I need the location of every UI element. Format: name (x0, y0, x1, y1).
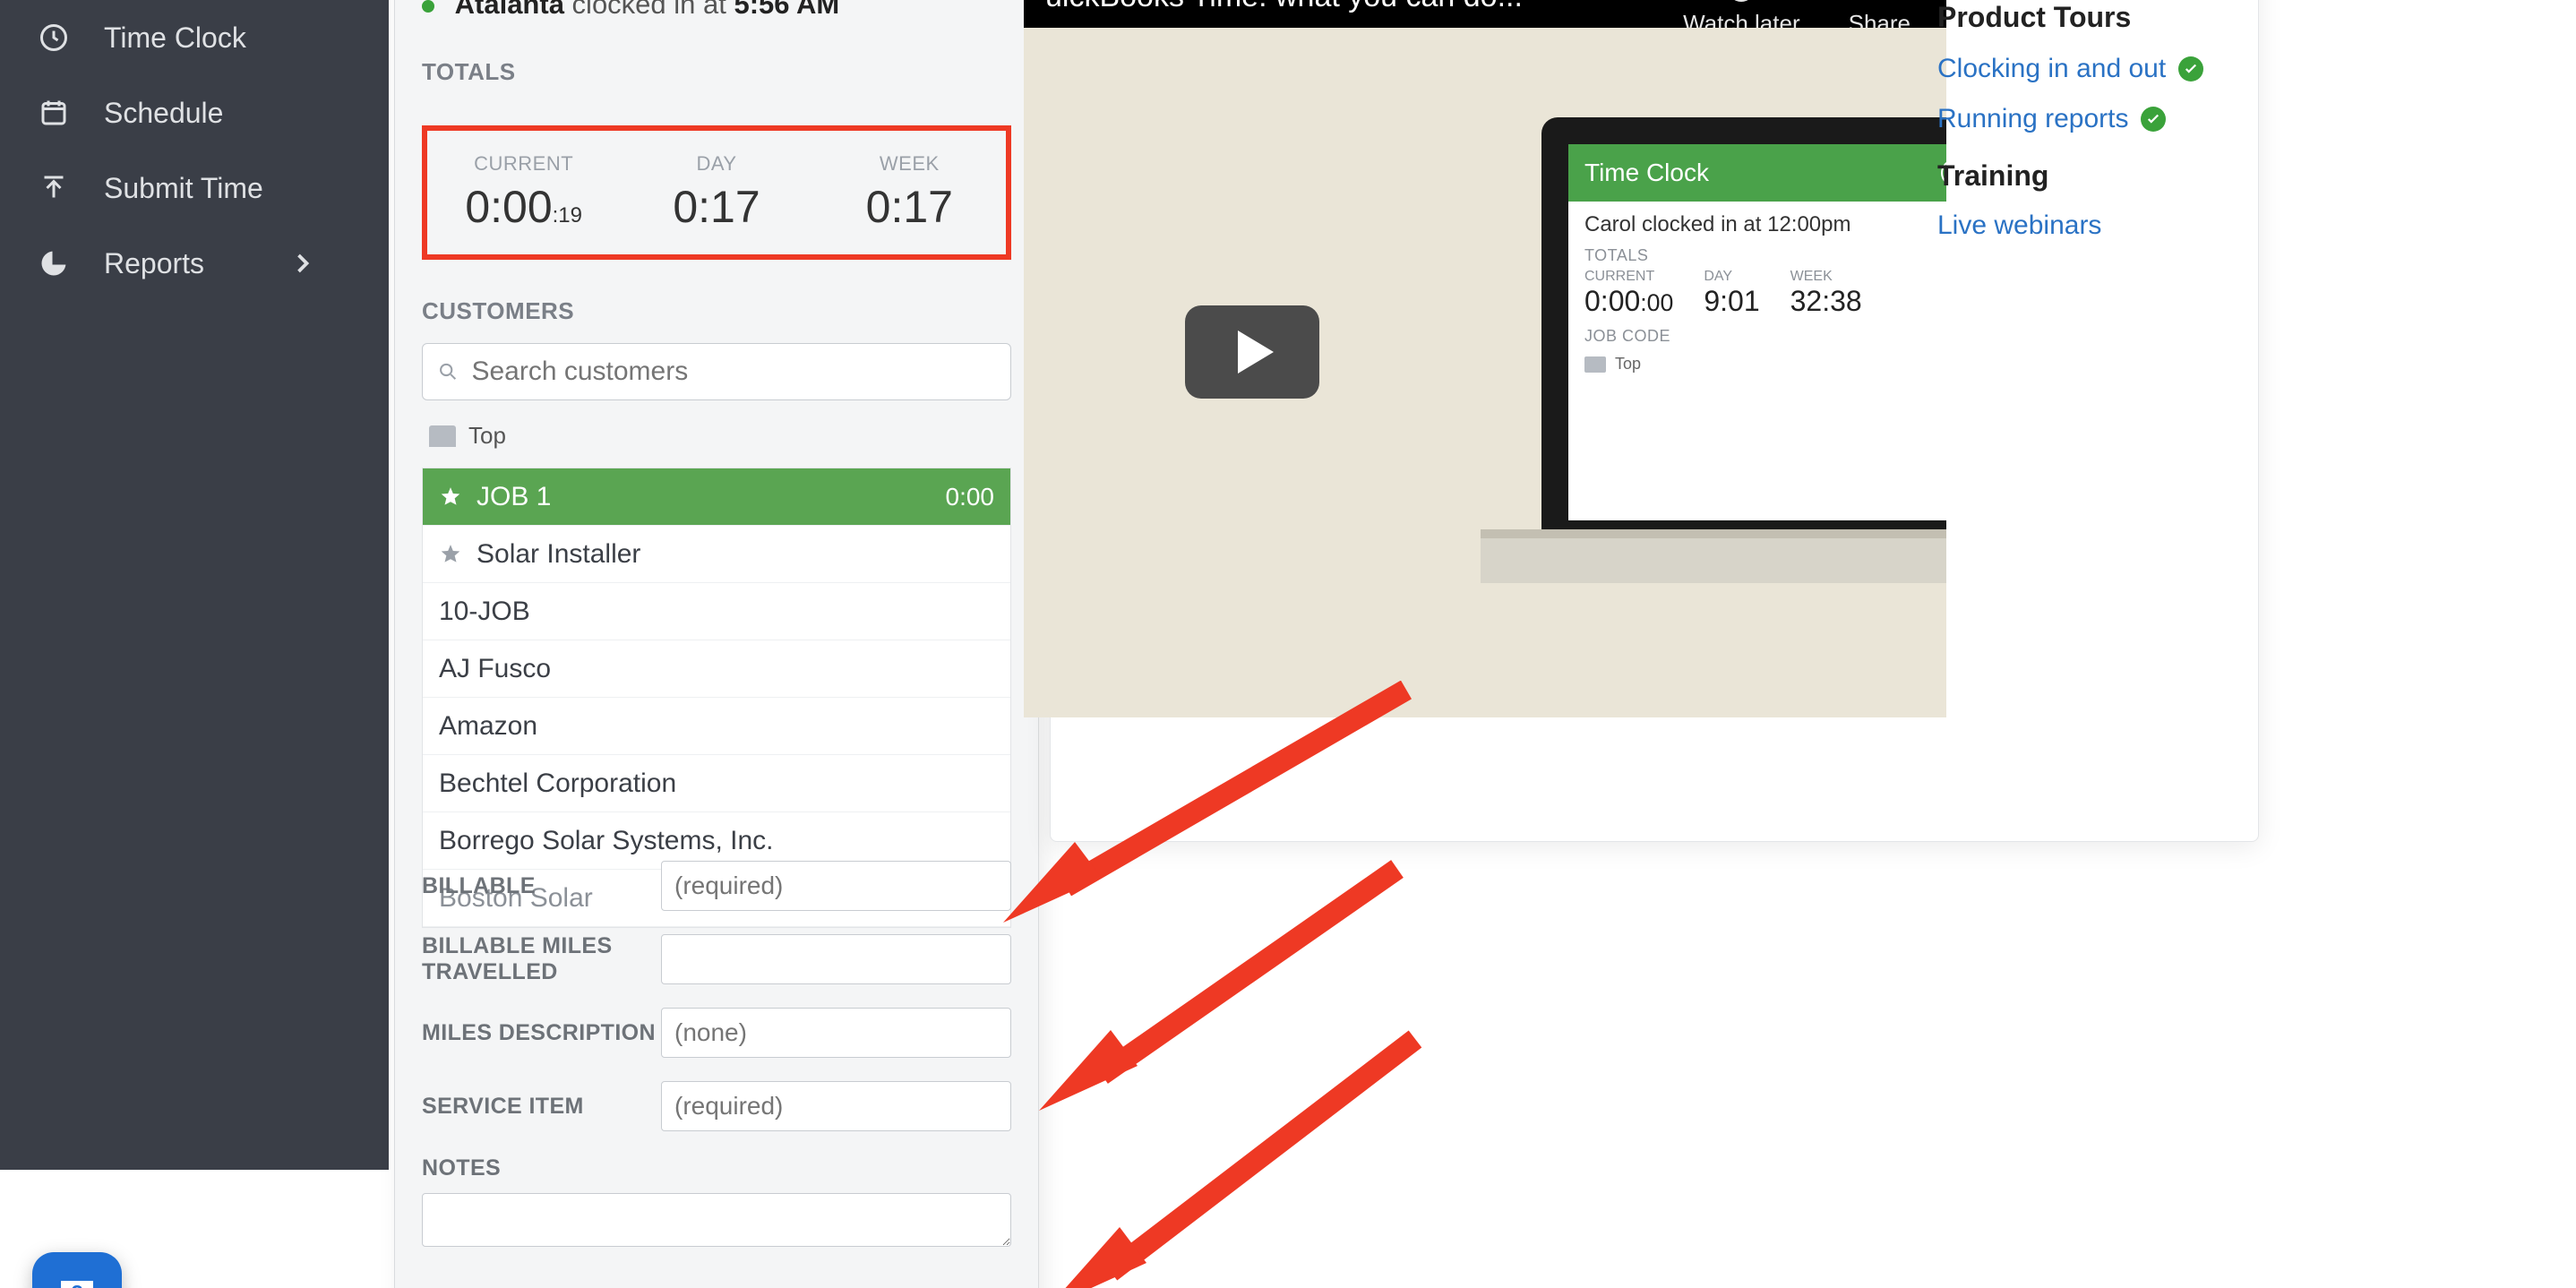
customer-top-row[interactable]: Top (422, 416, 1011, 455)
play-button[interactable] (1185, 305, 1319, 399)
laptop-graphic: Time Clock ? × Carol clocked in at 12:00… (1481, 108, 1946, 717)
svg-text:?: ? (71, 1281, 83, 1288)
billable-input[interactable] (661, 861, 1011, 911)
product-tours-heading: Product Tours (1937, 1, 2224, 34)
sidebar-item-label: Time Clock (104, 21, 246, 55)
job-label: JOB 1 (477, 482, 551, 512)
video-title-bar: uickBooks Time: what you can do... Watch… (1024, 0, 1946, 28)
search-icon (437, 360, 459, 383)
job-row-amazon[interactable]: Amazon (423, 698, 1010, 755)
share-icon (1861, 0, 1897, 6)
clock-icon (1723, 0, 1759, 6)
job-label: Solar Installer (477, 539, 640, 570)
clock-icon (38, 21, 70, 54)
notes-input[interactable] (422, 1193, 1011, 1247)
video-title: uickBooks Time: what you can do... (1045, 0, 1523, 14)
job-label: Bechtel Corporation (439, 769, 676, 799)
job-label: 10-JOB (439, 597, 530, 627)
service-item-label: SERVICE ITEM (422, 1094, 661, 1120)
job-row-bechtel[interactable]: Bechtel Corporation (423, 755, 1010, 812)
laptop-top-row: Top (1584, 355, 1946, 374)
status-dot-icon (422, 0, 434, 13)
laptop-jobcode-label: JOB CODE (1584, 327, 1946, 346)
totals-label: TOTALS (422, 58, 1011, 86)
billable-label: BILLABLE (422, 873, 661, 899)
sidebar-item-submit-time[interactable]: Submit Time (0, 150, 389, 226)
time-clock-panel: Atalanta clocked in at 5:56 AM TOTALS CU… (394, 0, 1039, 1288)
job-row-solar-installer[interactable]: Solar Installer (423, 526, 1010, 583)
check-icon (2178, 56, 2203, 82)
help-button[interactable]: ? (32, 1252, 122, 1288)
notes-label: NOTES (422, 1155, 769, 1181)
tours-panel: Product Tours Clocking in and out Runnin… (1937, 1, 2224, 261)
sidebar-item-time-clock[interactable]: Time Clock (0, 0, 389, 75)
totals-week-val: 0:17 (813, 181, 1006, 233)
sidebar-item-reports[interactable]: Reports (0, 226, 389, 301)
laptop-header: Time Clock (1584, 159, 1709, 187)
star-icon (439, 543, 462, 566)
sidebar-item-schedule[interactable]: Schedule (0, 75, 389, 150)
sidebar-item-label: Schedule (104, 97, 223, 130)
totals-week-cap: WEEK (813, 152, 1006, 176)
job-row-10-job[interactable]: 10-JOB (423, 583, 1010, 640)
annotation-arrow-2 (1030, 860, 1406, 1129)
search-customers[interactable] (422, 343, 1011, 400)
right-card: uickBooks Time: what you can do... Watch… (1050, 0, 2259, 842)
service-item-input[interactable] (661, 1081, 1011, 1131)
miles-label: BILLABLE MILES TRAVELLED (422, 933, 661, 985)
left-sidebar: Time Clock Schedule Submit Time Reports (0, 0, 389, 1170)
folder-icon (1584, 356, 1606, 373)
annotation-arrow-3 (1039, 1030, 1424, 1288)
miles-desc-label: MILES DESCRIPTION (422, 1020, 661, 1046)
tour-link-clocking[interactable]: Clocking in and out (1937, 54, 2224, 84)
totals-day-cap: DAY (620, 152, 812, 176)
totals-current-val: 0:00:19 (427, 181, 620, 233)
miles-desc-input[interactable] (661, 1008, 1011, 1058)
customers-label: CUSTOMERS (422, 297, 1011, 325)
video-body: oks s. Time Clock ? × Carol clocked in a… (1024, 28, 1946, 717)
chevron-right-icon (287, 247, 319, 279)
job-row-aj-fusco[interactable]: AJ Fusco (423, 640, 1010, 698)
totals-day-val: 0:17 (620, 181, 812, 233)
top-label: Top (468, 422, 506, 450)
sidebar-item-label: Submit Time (104, 172, 263, 205)
totals-current-cap: CURRENT (427, 152, 620, 176)
video-player[interactable]: uickBooks Time: what you can do... Watch… (1024, 0, 1946, 717)
clocked-in-status: Atalanta clocked in at 5:56 AM (422, 0, 1011, 21)
training-heading: Training (1937, 159, 2224, 193)
job-time: 0:00 (946, 483, 995, 511)
miles-input[interactable] (661, 934, 1011, 984)
job-row-job1[interactable]: JOB 1 0:00 (423, 468, 1010, 526)
job-label: AJ Fusco (439, 654, 551, 684)
upload-icon (38, 172, 70, 204)
help-chat-icon: ? (53, 1273, 101, 1288)
play-icon (1238, 331, 1274, 374)
laptop-totals-label: TOTALS (1584, 246, 1946, 265)
totals-box: CURRENT 0:00:19 DAY 0:17 WEEK 0:17 (422, 125, 1011, 260)
laptop-clockin-line: Carol clocked in at 12:00pm (1584, 212, 1946, 237)
tour-link-reports[interactable]: Running reports (1937, 104, 2224, 134)
search-input[interactable] (469, 356, 996, 388)
tour-link-webinars[interactable]: Live webinars (1937, 210, 2224, 241)
pie-chart-icon (38, 247, 70, 279)
check-icon (2141, 107, 2166, 132)
job-label: Amazon (439, 711, 537, 742)
sidebar-item-label: Reports (104, 247, 204, 280)
field-area: BILLABLE BILLABLE MILES TRAVELLED MILES … (395, 849, 1038, 1251)
star-icon (439, 485, 462, 509)
folder-icon (429, 425, 456, 447)
calendar-icon (38, 97, 70, 129)
